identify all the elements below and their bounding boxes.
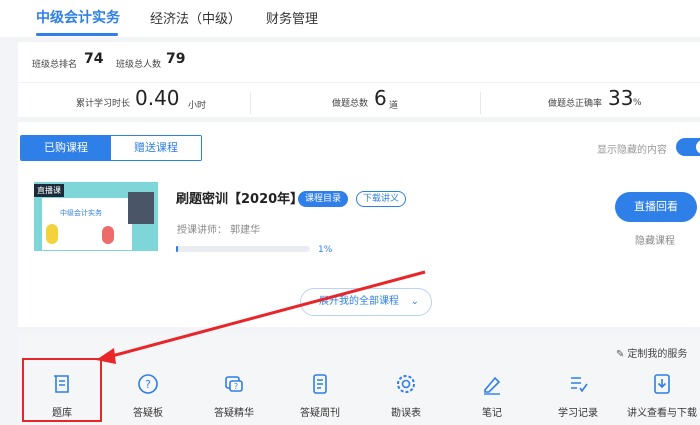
qa-board-icon: ?: [138, 374, 158, 394]
live-replay-button[interactable]: 直播回看: [615, 192, 697, 222]
customize-service-link[interactable]: ✎ 定制我的服务: [616, 345, 687, 360]
course-progress-bar: [176, 246, 310, 252]
show-hidden-label: 显示隐藏的内容: [597, 145, 667, 156]
course-type-switch: 已购课程 赠送课程: [20, 135, 202, 161]
accuracy-value: 33: [608, 86, 634, 110]
thumbnail-title: 中级会计实务: [60, 209, 102, 217]
notes-pen-icon: [484, 376, 501, 395]
accuracy-unit: %: [633, 98, 642, 108]
service-label: 勘误表: [391, 408, 421, 419]
toggle-knob: [696, 140, 700, 154]
service-study-record[interactable]: 学习记录: [538, 370, 618, 422]
service-label: 学习记录: [558, 408, 598, 419]
show-hidden-toggle[interactable]: [676, 138, 700, 156]
study-time-unit: 小时: [188, 101, 207, 111]
download-handout-button[interactable]: 下载讲义: [356, 191, 407, 207]
divider: [250, 92, 251, 114]
questions-value: 6: [374, 86, 387, 110]
stats-card: 班级总排名 74 班级总人数 79 累计学习时长 0.40 小时 做题总数 6 …: [18, 42, 700, 117]
qa-weekly-icon: [313, 374, 327, 394]
tab-intermediate-accounting[interactable]: 中级会计实务: [36, 7, 120, 27]
hide-course-link[interactable]: 隐藏课程: [635, 232, 675, 247]
active-tab-underline: [36, 33, 118, 36]
page: 中级会计实务 经济法（中级） 财务管理 班级总排名 74 班级总人数 79 累计…: [0, 0, 700, 425]
tab-gifted-courses[interactable]: 赠送课程: [111, 136, 201, 160]
course-teacher: 授课讲师： 郭建华: [177, 225, 261, 236]
accuracy-label: 做题总正确率: [548, 99, 603, 109]
study-record-icon: [571, 377, 588, 393]
handout-download-icon: [654, 374, 670, 394]
course-catalog-button[interactable]: 课程目录: [298, 191, 349, 207]
svg-text:?: ?: [234, 382, 238, 391]
service-label: 答疑板: [133, 408, 163, 419]
tab-purchased-courses[interactable]: 已购课程: [21, 136, 111, 160]
class-rank-label: 班级总排名: [32, 60, 78, 70]
teacher-photo: [128, 192, 154, 224]
service-qa-weekly[interactable]: 答疑周刊: [280, 370, 360, 422]
service-qa-highlights[interactable]: ? 答疑精华: [194, 370, 274, 422]
course-title[interactable]: 刷题密训【2020年】: [176, 188, 303, 207]
annotation-highlight-box: [22, 358, 102, 422]
chevron-down-icon: ⌄: [410, 296, 419, 307]
customize-service-label: 定制我的服务: [627, 349, 688, 360]
errata-gear-icon: [397, 375, 415, 393]
edit-icon: ✎: [616, 349, 625, 360]
service-errata[interactable]: 勘误表: [366, 370, 446, 422]
service-handout-download[interactable]: 讲义查看与下载: [622, 370, 700, 422]
live-course-badge: 直播课: [34, 184, 64, 197]
service-label: 讲义查看与下载: [627, 408, 697, 419]
expand-all-courses-button[interactable]: 展开我的全部课程 ⌄: [300, 288, 432, 316]
cartoon-figure-icon: [102, 226, 114, 244]
service-qa-board[interactable]: ? 答疑板: [108, 370, 188, 422]
svg-text:?: ?: [145, 378, 151, 391]
questions-label: 做题总数: [332, 99, 369, 109]
divider: [480, 92, 481, 114]
questions-unit: 道: [389, 101, 399, 111]
service-notes[interactable]: 笔记: [452, 370, 532, 422]
class-rank-value: 74: [84, 51, 104, 67]
subject-tabs-bar: 中级会计实务 经济法（中级） 财务管理: [0, 0, 700, 37]
service-label: 笔记: [482, 408, 502, 419]
class-total-value: 79: [166, 51, 186, 67]
course-progress-percent: 1%: [318, 245, 333, 255]
study-time-value: 0.40: [135, 86, 180, 110]
stats-row: 累计学习时长 0.40 小时 做题总数 6 道 做题总正确率 33 %: [18, 82, 700, 120]
cartoon-figure-icon: [46, 224, 58, 244]
service-label: 答疑精华: [214, 408, 254, 419]
qa-highlights-icon: ?: [225, 376, 243, 392]
class-total-label: 班级总人数: [116, 60, 162, 70]
tab-economic-law[interactable]: 经济法（中级）: [150, 8, 241, 27]
rank-row: 班级总排名 74 班级总人数 79: [18, 42, 700, 82]
service-label: 答疑周刊: [300, 408, 340, 419]
course-progress-fill: [176, 246, 178, 252]
expand-all-label: 展开我的全部课程: [319, 296, 399, 307]
study-time-label: 累计学习时长: [76, 99, 131, 109]
course-thumbnail[interactable]: 直播课 中级会计实务: [34, 182, 158, 251]
tab-financial-management[interactable]: 财务管理: [266, 8, 318, 27]
